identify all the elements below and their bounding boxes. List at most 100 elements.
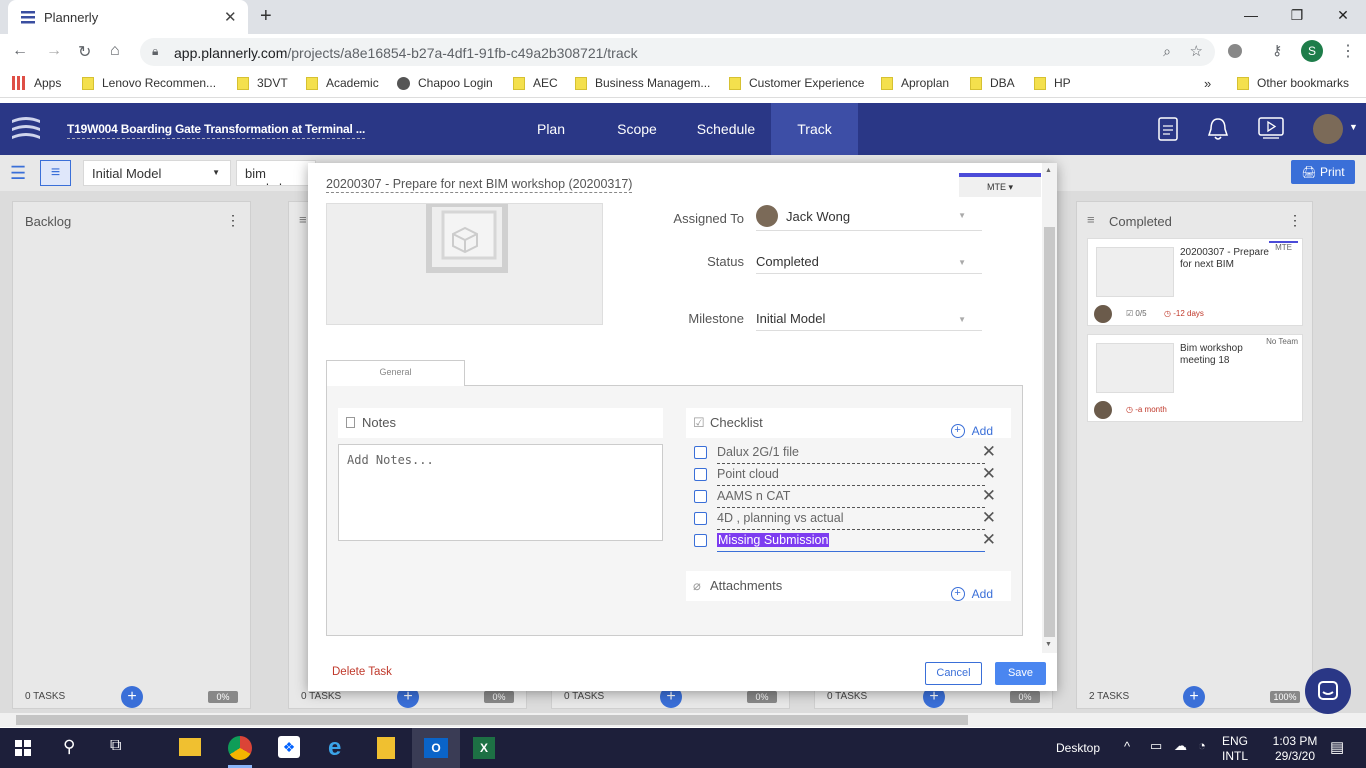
excel-icon[interactable]: X [473, 737, 495, 759]
milestone-select[interactable]: Initial Model ▼ [756, 311, 982, 331]
assignee-select[interactable]: Jack Wong ▼ [756, 205, 982, 231]
document-icon[interactable] [1158, 117, 1178, 141]
bookmark-dba[interactable]: DBA [970, 76, 1015, 90]
checklist-item-text[interactable]: 4D , planning vs actual [717, 511, 985, 530]
nav-plan[interactable]: Plan [515, 103, 587, 155]
file-explorer-icon[interactable] [179, 738, 201, 756]
checklist-checkbox[interactable] [694, 490, 707, 503]
close-window-icon[interactable]: ✕ [1320, 0, 1366, 30]
clock-date[interactable]: 29/3/20 [1270, 749, 1320, 763]
bookmark-aproplan[interactable]: Aproplan [881, 76, 949, 90]
search-icon[interactable]: ⚲ [63, 737, 75, 757]
profile-avatar[interactable]: S [1301, 40, 1323, 62]
forward-icon[interactable]: → [46, 42, 62, 60]
modal-scrollbar[interactable]: ▲ ▼ [1042, 163, 1057, 653]
nav-scope[interactable]: Scope [600, 103, 674, 155]
task-card[interactable]: 20200307 - Prepare for next BIM MTE ☑ 0/… [1087, 238, 1303, 326]
plannerly-logo-icon[interactable] [10, 114, 42, 146]
network-icon[interactable]: ☁ [1174, 738, 1187, 754]
chat-widget-button[interactable] [1305, 668, 1351, 714]
chevron-up-icon[interactable]: ^ [1124, 739, 1130, 754]
list-view-icon[interactable]: ≡ [40, 160, 71, 186]
bookmark-customer-experience[interactable]: Customer Experience [729, 76, 864, 90]
remove-item-icon[interactable]: ✕ [982, 442, 996, 462]
bookmark-apps[interactable]: Apps [12, 76, 61, 90]
language-code[interactable]: ENG [1222, 734, 1248, 748]
column-menu-icon[interactable]: ⋮ [226, 212, 240, 229]
close-tab-icon[interactable]: ✕ [224, 8, 237, 26]
delete-task-button[interactable]: Delete Task [332, 666, 392, 678]
bell-icon[interactable] [1206, 116, 1230, 142]
bookmark-business[interactable]: Business Managem... [575, 76, 710, 90]
browser-tab[interactable]: Plannerly ✕ [8, 0, 248, 34]
bookmark-hp[interactable]: HP [1034, 76, 1071, 90]
checklist-item-text[interactable]: Point cloud [717, 467, 985, 486]
notes-textarea[interactable]: Add Notes... [338, 444, 663, 541]
language-layout[interactable]: INTL [1222, 749, 1248, 763]
new-tab-icon[interactable]: + [260, 5, 272, 28]
filter-sliders-icon[interactable]: ☰ [10, 163, 26, 184]
outlook-taskbar-button[interactable]: O [412, 728, 460, 768]
battery-icon[interactable]: ▭ [1150, 738, 1162, 754]
user-avatar[interactable] [1313, 114, 1343, 144]
remove-item-icon[interactable]: ✕ [982, 464, 996, 484]
scrollbar-thumb[interactable] [1044, 227, 1055, 637]
bookmark-other[interactable]: Other bookmarks [1237, 76, 1349, 90]
checklist-item-text[interactable]: AAMS n CAT [717, 489, 985, 508]
desktop-toolbar-label[interactable]: Desktop [1056, 741, 1100, 755]
chevron-down-icon[interactable]: ▼ [1349, 122, 1358, 132]
remove-item-icon[interactable]: ✕ [982, 486, 996, 506]
bookmark-lenovo[interactable]: Lenovo Recommen... [82, 76, 216, 90]
more-bookmarks[interactable]: » [1204, 76, 1211, 91]
home-icon[interactable]: ⌂ [110, 42, 120, 60]
checklist-checkbox[interactable] [694, 534, 707, 547]
dropbox-icon[interactable]: ❖ [278, 736, 300, 758]
cancel-button[interactable]: Cancel [925, 662, 982, 685]
zoom-icon[interactable]: ⌕ [1163, 43, 1171, 60]
reload-icon[interactable]: ↻ [78, 42, 91, 62]
status-select[interactable]: Completed ▼ [756, 254, 982, 274]
search-input[interactable]: bim worksh [236, 160, 316, 186]
internet-explorer-icon[interactable]: e [328, 734, 341, 762]
print-button[interactable]: 🖨︎ Print [1291, 160, 1355, 184]
scroll-up-icon[interactable]: ▲ [1045, 167, 1052, 174]
bookmark-academic[interactable]: Academic [306, 76, 379, 90]
remove-item-icon[interactable]: ✕ [982, 508, 996, 528]
bookmark-3dvt[interactable]: 3DVT [237, 76, 288, 90]
horizontal-scrollbar[interactable] [0, 713, 1366, 727]
onedrive-folder-icon[interactable] [377, 737, 395, 759]
chrome-icon[interactable] [228, 736, 252, 760]
checklist-checkbox[interactable] [694, 512, 707, 525]
browser-menu-icon[interactable]: ⋮ [1340, 41, 1356, 61]
extension-icon[interactable] [1228, 44, 1242, 58]
column-menu-icon[interactable]: ≡ [299, 212, 307, 227]
team-tag-select[interactable]: MTE ▾ [959, 173, 1041, 197]
remove-item-icon[interactable]: ✕ [982, 530, 996, 550]
windows-start-icon[interactable] [15, 740, 31, 756]
minimize-icon[interactable]: — [1228, 0, 1274, 30]
task-card[interactable]: Bim workshop meeting 18 No Team ◷ -a mon… [1087, 334, 1303, 422]
add-task-button[interactable]: + [1183, 686, 1205, 708]
add-task-button[interactable]: + [121, 686, 143, 708]
save-button[interactable]: Save [995, 662, 1046, 685]
nav-schedule[interactable]: Schedule [686, 103, 766, 155]
restore-icon[interactable]: ❐ [1274, 0, 1320, 30]
back-icon[interactable]: ← [12, 42, 28, 60]
milestone-filter-select[interactable]: Initial Model ▼ [83, 160, 231, 186]
drag-handle-icon[interactable]: ≡ [1087, 212, 1095, 227]
task-view-icon[interactable]: ⧉ [110, 737, 121, 755]
checklist-item-text[interactable]: Dalux 2G/1 file [717, 445, 985, 464]
address-bar[interactable]: 🔒︎ app.plannerly.com/projects/a8e16854-b… [140, 38, 1215, 66]
scrollbar-thumb[interactable] [16, 715, 968, 725]
bookmark-chapoo[interactable]: Chapoo Login [397, 76, 493, 90]
tab-general[interactable]: General [326, 360, 465, 386]
bookmark-star-icon[interactable]: ☆ [1190, 42, 1203, 60]
nav-track[interactable]: Track [771, 103, 858, 155]
scroll-down-icon[interactable]: ▼ [1045, 641, 1052, 648]
checklist-item-input[interactable]: Missing Submission [717, 533, 985, 552]
task-title[interactable]: 20200307 - Prepare for next BIM workshop… [326, 177, 633, 193]
column-menu-icon[interactable]: ⋮ [1288, 212, 1302, 229]
add-attachment-button[interactable]: + Add [950, 579, 993, 609]
checklist-checkbox[interactable] [694, 468, 707, 481]
checklist-checkbox[interactable] [694, 446, 707, 459]
